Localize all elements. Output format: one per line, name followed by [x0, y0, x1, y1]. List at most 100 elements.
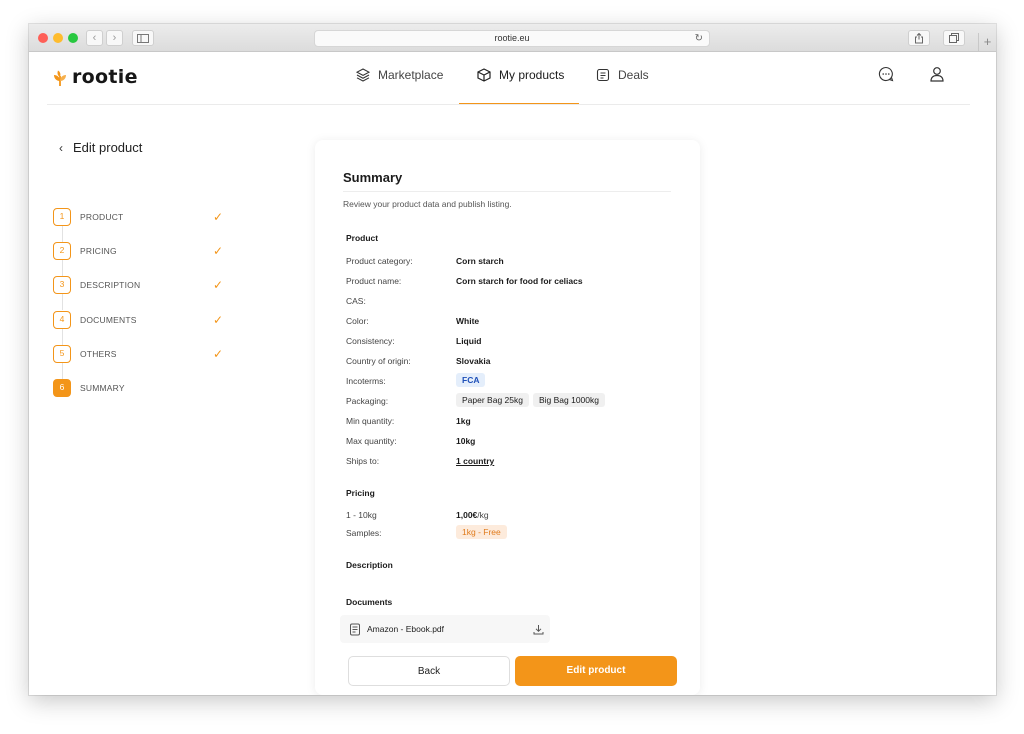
price-range-label: 1 - 10kg: [346, 510, 377, 520]
edit-product-button[interactable]: Edit product: [515, 656, 677, 686]
price-amount: 1,00€: [456, 510, 478, 520]
packaging-tag: Big Bag 1000kg: [532, 393, 605, 407]
documents-section-heading: Documents: [346, 597, 393, 607]
step-pricing[interactable]: 2 PRICING ✓: [53, 242, 223, 260]
minimize-window-button[interactable]: [53, 33, 63, 43]
step-number: 6: [53, 379, 71, 397]
price-value: 1,00€/kg: [456, 510, 489, 520]
step-documents[interactable]: 4 DOCUMENTS ✓: [53, 311, 223, 329]
browser-window: ‹ › rootie.eu ↻ + rootie Marketplace My …: [29, 24, 996, 695]
summary-subtitle: Review your product data and publish lis…: [343, 199, 512, 209]
row-product-category: Product category: Corn starch: [346, 256, 676, 270]
field-value: 1kg - Free: [456, 525, 511, 539]
nav-my-products-label: My products: [499, 68, 565, 82]
field-value: 1kg: [456, 416, 471, 426]
browser-back-icon[interactable]: ‹: [86, 30, 103, 46]
download-icon[interactable]: [533, 624, 544, 635]
step-label: OTHERS: [80, 349, 117, 359]
row-samples: Samples: 1kg - Free: [346, 525, 676, 542]
step-number: 1: [53, 208, 71, 226]
reload-icon[interactable]: ↻: [695, 31, 703, 46]
logo-text: rootie: [72, 66, 138, 88]
back-to-edit-product[interactable]: ‹ Edit product: [59, 140, 142, 155]
step-others[interactable]: 5 OTHERS ✓: [53, 345, 223, 363]
chevron-left-icon: ‹: [59, 140, 63, 155]
ships-to-link[interactable]: 1 country: [456, 456, 494, 466]
product-section-heading: Product: [346, 233, 379, 243]
field-value: Corn starch: [456, 256, 504, 266]
maximize-window-button[interactable]: [68, 33, 78, 43]
row-product-name: Product name: Corn starch for food for c…: [346, 276, 676, 290]
field-label: Product name:: [346, 276, 402, 286]
row-ships-to: Ships to: 1 country: [346, 456, 676, 470]
field-label: Ships to:: [346, 456, 380, 466]
step-number: 3: [53, 276, 71, 294]
sidebar-toggle-icon[interactable]: [132, 30, 154, 46]
summary-card: Summary Review your product data and pub…: [315, 140, 700, 695]
header-divider: [47, 104, 970, 105]
close-window-button[interactable]: [38, 33, 48, 43]
box-icon: [477, 68, 491, 82]
document-icon: [596, 68, 610, 82]
nav-deals-label: Deals: [618, 68, 649, 82]
field-label: Samples:: [346, 528, 382, 538]
step-label: PRICING: [80, 246, 117, 256]
field-value: Liquid: [456, 336, 482, 346]
back-button[interactable]: Back: [348, 656, 510, 686]
rootie-logo[interactable]: rootie: [52, 66, 138, 88]
check-icon: ✓: [212, 244, 223, 258]
document-name: Amazon - Ebook.pdf: [367, 624, 445, 634]
step-number: 2: [53, 242, 71, 260]
incoterms-tag: FCA: [456, 373, 486, 387]
url-text: rootie.eu: [494, 33, 530, 43]
document-item[interactable]: Amazon - Ebook.pdf: [340, 615, 550, 643]
field-label: Country of origin:: [346, 356, 411, 366]
user-icon[interactable]: [929, 66, 945, 87]
field-value: Corn starch for food for celiacs: [456, 276, 583, 286]
row-cas: CAS:: [346, 296, 676, 310]
field-label: Packaging:: [346, 396, 389, 406]
row-country-of-origin: Country of origin: Slovakia: [346, 356, 676, 370]
step-connector: [62, 294, 63, 310]
row-max-quantity: Max quantity: 10kg: [346, 436, 676, 450]
step-connector: [62, 363, 63, 379]
step-label: SUMMARY: [80, 383, 125, 393]
step-product[interactable]: 1 PRODUCT ✓: [53, 208, 223, 226]
summary-title: Summary: [343, 170, 403, 185]
step-description[interactable]: 3 DESCRIPTION ✓: [53, 276, 223, 294]
field-value: FCA: [456, 373, 489, 387]
tabs-overview-icon[interactable]: [943, 30, 965, 46]
nav-marketplace[interactable]: Marketplace: [356, 68, 443, 82]
summary-divider: [343, 191, 671, 192]
step-connector: [62, 329, 63, 345]
field-label: CAS:: [346, 296, 366, 306]
share-icon[interactable]: [908, 30, 930, 46]
check-icon: ✓: [212, 210, 223, 224]
row-min-quantity: Min quantity: 1kg: [346, 416, 676, 430]
new-tab-button[interactable]: +: [978, 33, 996, 52]
file-icon: [350, 623, 360, 635]
step-connector: [62, 226, 63, 242]
nav-my-products[interactable]: My products: [477, 68, 564, 82]
chat-icon[interactable]: [878, 66, 894, 87]
field-value: Paper Bag 25kg Big Bag 1000kg: [456, 393, 609, 407]
field-label: Min quantity:: [346, 416, 395, 426]
row-color: Color: White: [346, 316, 676, 330]
check-icon: ✓: [212, 347, 223, 361]
nav-deals[interactable]: Deals: [596, 68, 649, 82]
row-price-range: 1 - 10kg 1,00€/kg: [346, 510, 676, 524]
price-unit: /kg: [477, 510, 489, 520]
description-section-heading: Description: [346, 560, 393, 570]
field-label: Consistency:: [346, 336, 395, 346]
step-summary[interactable]: 6 SUMMARY: [53, 379, 223, 397]
address-bar[interactable]: rootie.eu ↻: [314, 30, 710, 47]
step-label: DOCUMENTS: [80, 315, 137, 325]
wheat-icon: [54, 70, 66, 86]
edit-product-heading: Edit product: [73, 140, 143, 155]
field-label: Max quantity:: [346, 436, 397, 446]
field-value: Slovakia: [456, 356, 491, 366]
row-consistency: Consistency: Liquid: [346, 336, 676, 350]
nav-marketplace-label: Marketplace: [378, 68, 444, 82]
field-value: White: [456, 316, 480, 326]
browser-forward-icon[interactable]: ›: [106, 30, 123, 46]
